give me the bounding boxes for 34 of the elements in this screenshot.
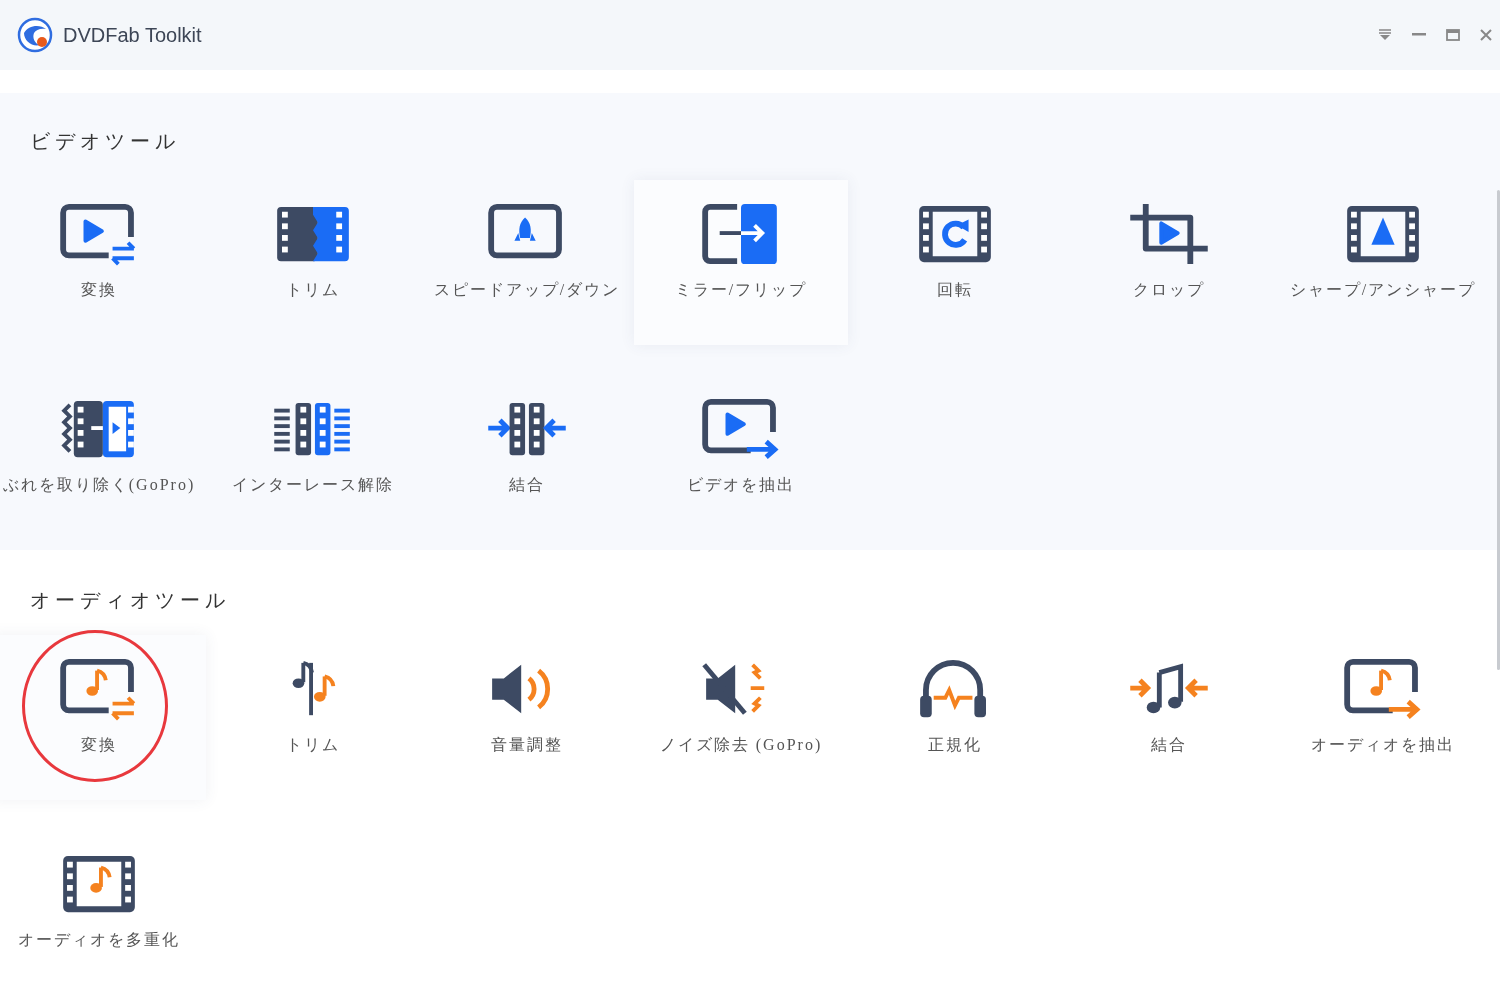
tool-button[interactable]: スピードアップ/ダウン — [420, 180, 634, 345]
tool-button[interactable]: シャープ/アンシャープ — [1276, 180, 1490, 345]
crop-icon — [1130, 204, 1208, 266]
tool-button[interactable]: オーディオを多重化 — [0, 830, 206, 981]
tool-button[interactable]: トリム — [206, 635, 420, 800]
tool-button[interactable]: ぶれを取り除く(GoPro) — [0, 375, 206, 540]
extract-audio-icon — [1344, 659, 1422, 721]
tool-button[interactable]: ミラー/フリップ — [634, 180, 848, 345]
tool-button[interactable]: 変換 — [0, 635, 206, 800]
convert-audio-icon — [60, 659, 138, 721]
tool-button[interactable]: クロップ — [1062, 180, 1276, 345]
maximize-icon[interactable] — [1446, 29, 1460, 41]
section-heading: オーディオツール — [30, 588, 231, 613]
minimize-icon[interactable] — [1412, 33, 1426, 37]
close-icon[interactable] — [1480, 29, 1492, 41]
tool-button[interactable]: インターレース解除 — [206, 375, 420, 540]
tool-button[interactable]: オーディオを抽出 — [1276, 635, 1490, 800]
tool-button[interactable]: 結合 — [1062, 635, 1276, 800]
mirror-flip-icon — [702, 204, 780, 266]
tool-button[interactable]: 変換 — [0, 180, 206, 345]
tool-button[interactable]: 正規化 — [848, 635, 1062, 800]
dropdown-menu-icon[interactable] — [1378, 29, 1392, 41]
tool-button[interactable]: 音量調整 — [420, 635, 634, 800]
tool-button[interactable]: 回転 — [848, 180, 1062, 345]
scrollbar[interactable] — [1497, 190, 1500, 670]
section-heading: ビデオツール — [30, 129, 181, 154]
window-title: DVDFab Toolkit — [63, 23, 202, 47]
tool-button[interactable]: ノイズ除去 (GoPro) — [634, 635, 848, 800]
tool-button[interactable]: 結合 — [420, 375, 634, 540]
tool-button[interactable]: トリム — [206, 180, 420, 345]
convert-video-icon — [60, 204, 138, 266]
tool-button[interactable]: ビデオを抽出 — [634, 375, 848, 540]
app-logo-icon — [17, 17, 53, 53]
extract-video-icon — [702, 399, 780, 461]
